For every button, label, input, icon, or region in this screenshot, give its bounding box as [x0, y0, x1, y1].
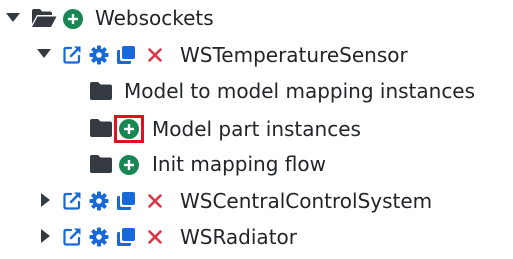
tree-node-wstemperaturesensor: WSTemperatureSensor — [0, 40, 430, 70]
tree-node-wscentralcontrolsystem: WSCentralControlSystem — [0, 186, 480, 216]
add-icon[interactable] — [62, 8, 84, 30]
delete-icon[interactable] — [146, 45, 164, 65]
copy-icon[interactable] — [115, 44, 137, 66]
caret-right-icon[interactable] — [40, 192, 50, 208]
caret-right-icon[interactable] — [40, 228, 50, 244]
tree-node-label[interactable]: Init mapping flow — [152, 152, 326, 176]
tree-node-label[interactable]: WSTemperatureSensor — [180, 43, 408, 67]
folder-icon — [89, 80, 113, 102]
gear-icon[interactable] — [88, 44, 110, 66]
tree-node-wsradiator: WSRadiator — [0, 222, 320, 252]
delete-icon[interactable] — [146, 191, 164, 211]
folder-open-icon — [31, 7, 57, 29]
gear-icon[interactable] — [88, 226, 110, 248]
tree-node-label[interactable]: Model part instances — [152, 117, 361, 141]
caret-down-icon[interactable] — [6, 11, 20, 25]
tree-node-model-part-instances: Model part instances — [0, 113, 400, 143]
delete-icon[interactable] — [146, 227, 164, 247]
copy-icon[interactable] — [115, 226, 137, 248]
add-icon[interactable] — [118, 154, 140, 176]
tree-node-model-to-model-mapping-instances: Model to model mapping instances — [0, 76, 513, 106]
external-link-icon[interactable] — [61, 44, 83, 66]
external-link-icon[interactable] — [61, 190, 83, 212]
external-link-icon[interactable] — [61, 226, 83, 248]
tree-node-label[interactable]: WSCentralControlSystem — [180, 189, 432, 213]
tree-node-label[interactable]: Model to model mapping instances — [124, 79, 475, 103]
tree-node-websockets: Websockets — [0, 4, 260, 34]
copy-icon[interactable] — [115, 190, 137, 212]
highlight-box — [114, 115, 144, 143]
tree-node-init-mapping-flow: Init mapping flow — [0, 149, 360, 179]
folder-icon — [89, 117, 113, 139]
tree-node-label[interactable]: Websockets — [95, 6, 214, 30]
gear-icon[interactable] — [88, 190, 110, 212]
folder-icon — [89, 153, 113, 175]
tree-node-label[interactable]: WSRadiator — [180, 225, 297, 249]
caret-down-icon[interactable] — [37, 47, 51, 61]
